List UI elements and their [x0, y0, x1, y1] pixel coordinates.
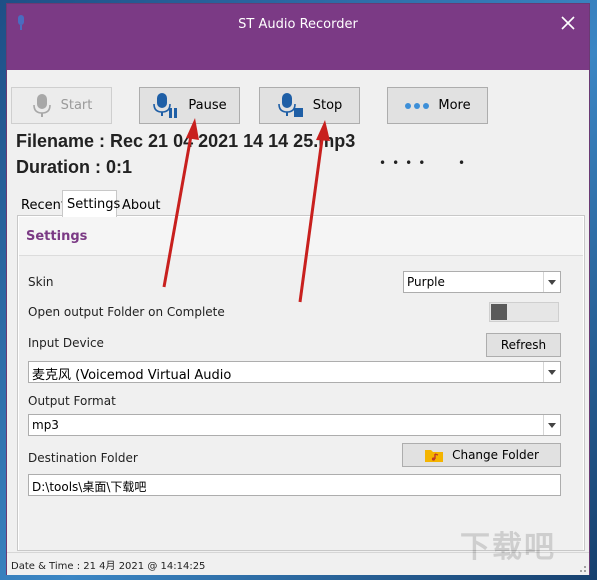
- more-button[interactable]: More: [387, 87, 488, 124]
- close-icon[interactable]: [559, 14, 577, 32]
- input-device-value: 麦克风 (Voicemod Virtual Audio: [32, 368, 232, 383]
- chevron-down-icon: [543, 272, 560, 292]
- toggle-knob: [491, 304, 507, 320]
- refresh-label: Refresh: [500, 338, 547, 352]
- input-device-select[interactable]: 麦克风 (Voicemod Virtual Audio: [28, 361, 561, 383]
- settings-header: Settings: [19, 217, 583, 256]
- output-format-select[interactable]: mp3: [28, 414, 561, 436]
- microphone-stop-icon: [277, 92, 303, 117]
- skin-value: Purple: [407, 275, 445, 289]
- app-window: ST Audio Recorder Start Pause Stop More …: [6, 3, 590, 575]
- window-title: ST Audio Recorder: [238, 17, 358, 32]
- pause-button[interactable]: Pause: [139, 87, 240, 124]
- watermark-text: 下载吧: [460, 530, 556, 565]
- status-datetime: Date & Time : 21 4月 2021 @ 14:14:25: [11, 561, 206, 572]
- skin-select[interactable]: Purple: [403, 271, 561, 293]
- tab-about[interactable]: About: [118, 194, 164, 216]
- settings-body: Skin Purple Open output Folder on Comple…: [19, 256, 583, 550]
- destination-label: Destination Folder: [28, 451, 138, 465]
- more-label: More: [438, 98, 471, 113]
- tab-recent[interactable]: Recent: [17, 194, 66, 216]
- chevron-down-icon: [543, 362, 560, 382]
- change-folder-button[interactable]: Change Folder: [402, 443, 561, 467]
- resize-grip-icon[interactable]: [577, 563, 587, 573]
- stop-label: Stop: [312, 98, 343, 113]
- settings-panel: Settings Skin Purple Open output Folder …: [17, 215, 585, 551]
- filename-text: Filename : Rec 21 04 2021 14 14 25.mp3: [16, 131, 356, 151]
- open-folder-label: Open output Folder on Complete: [28, 305, 225, 319]
- open-folder-toggle[interactable]: [489, 302, 559, 322]
- output-format-value: mp3: [32, 418, 59, 432]
- destination-field[interactable]: D:\tools\桌面\下载吧: [28, 474, 561, 496]
- microphone-icon: [32, 93, 51, 117]
- folder-music-icon: [425, 450, 444, 462]
- tab-settings[interactable]: Settings: [62, 190, 120, 217]
- pause-label: Pause: [188, 98, 227, 113]
- level-indicator: ••••: [379, 156, 432, 170]
- skin-label: Skin: [28, 275, 54, 289]
- output-format-label: Output Format: [28, 394, 116, 408]
- change-folder-label: Change Folder: [452, 448, 539, 462]
- refresh-button[interactable]: Refresh: [486, 333, 561, 357]
- chevron-down-icon: [543, 415, 560, 435]
- stop-button[interactable]: Stop: [259, 87, 360, 124]
- input-device-label: Input Device: [28, 336, 104, 350]
- microphone-pause-icon: [153, 92, 178, 118]
- start-label: Start: [60, 98, 93, 113]
- level-indicator-dot: •: [458, 156, 466, 170]
- settings-title: Settings: [26, 229, 88, 244]
- more-dots-icon: [405, 102, 430, 109]
- start-button[interactable]: Start: [11, 87, 112, 124]
- title-bar: ST Audio Recorder: [7, 4, 589, 70]
- duration-text: Duration : 0:1: [16, 157, 133, 177]
